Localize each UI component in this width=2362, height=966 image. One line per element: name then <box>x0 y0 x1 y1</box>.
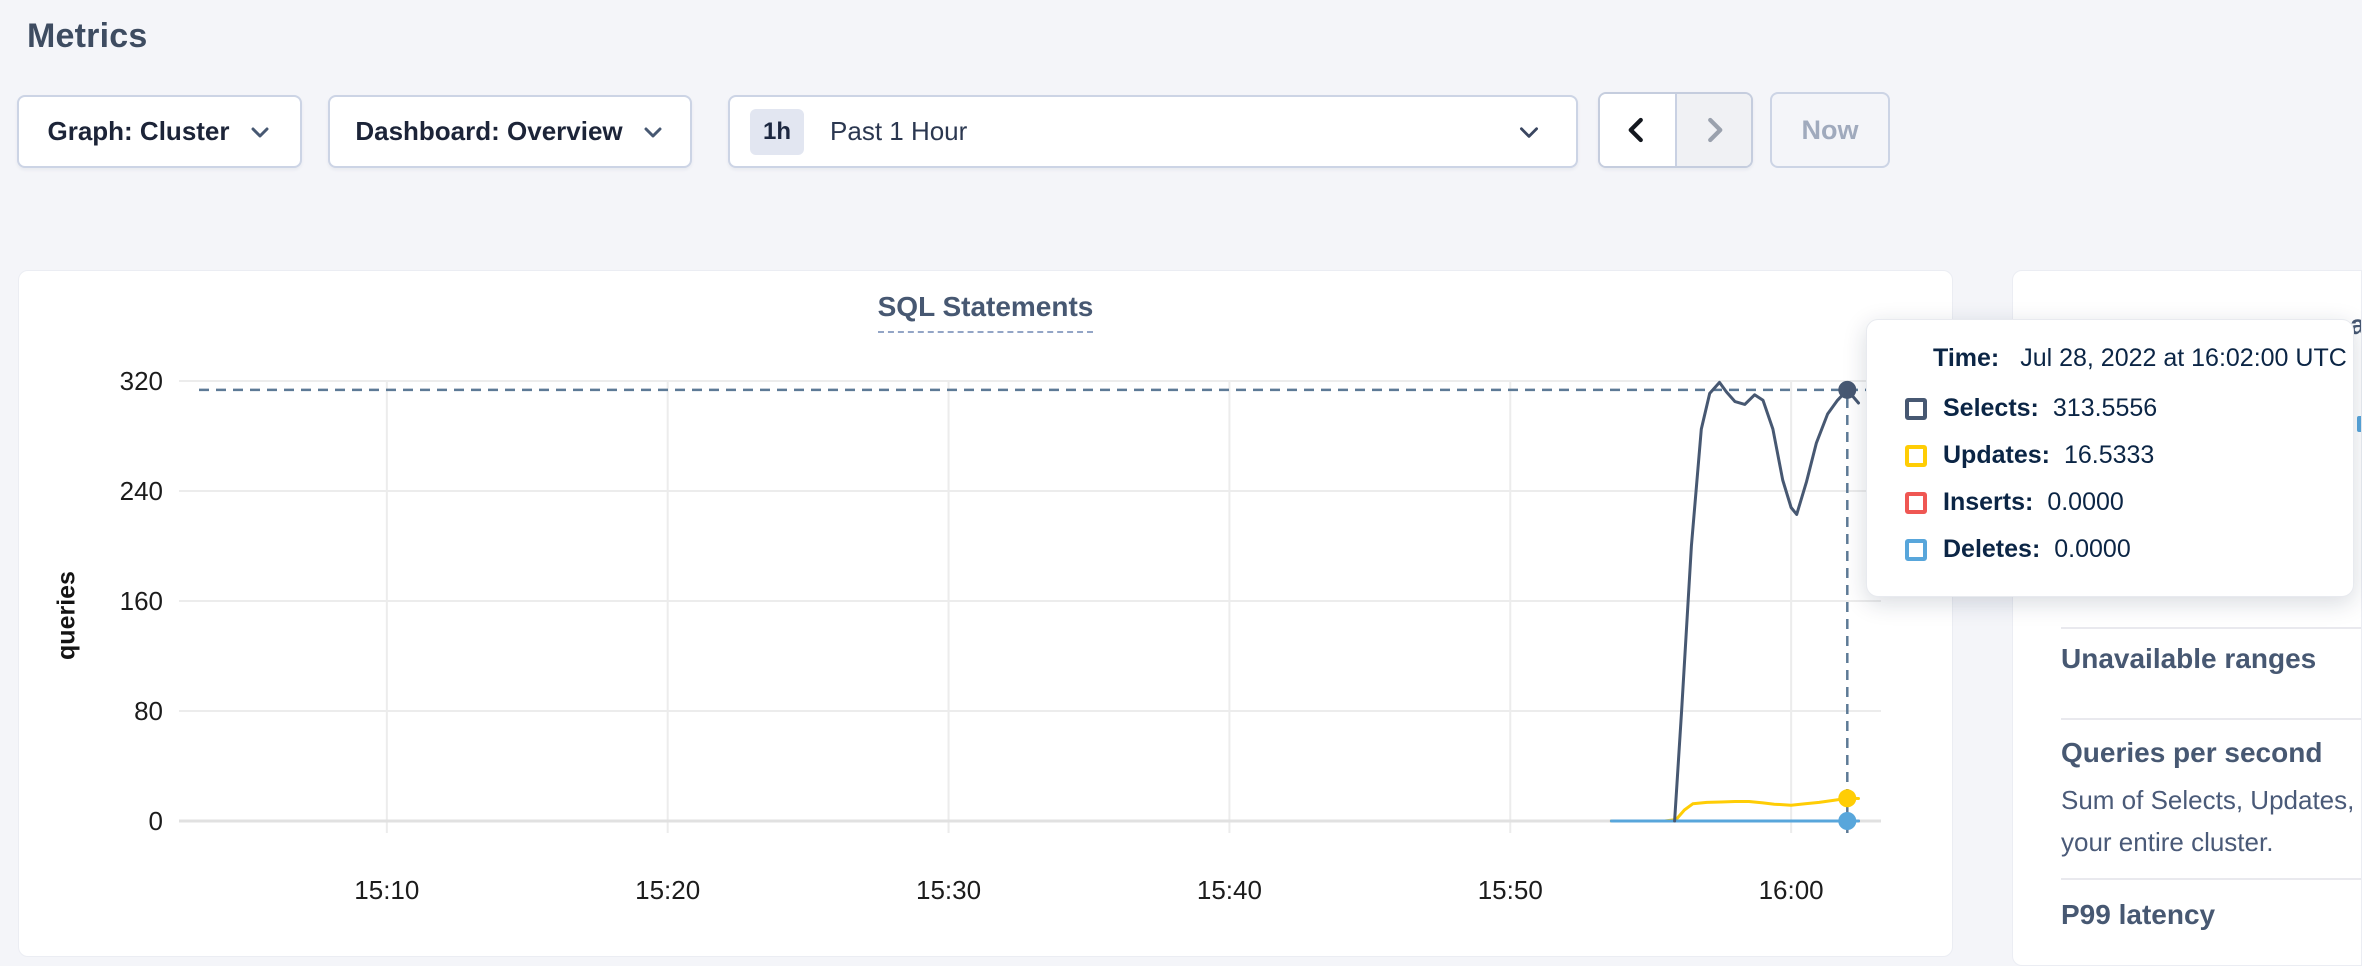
updates-legend-swatch <box>1905 445 1927 467</box>
tooltip-series-value: 0.0000 <box>2047 488 2123 517</box>
chart-tooltip: Time: Jul 28, 2022 at 16:02:00 UTC Selec… <box>1866 319 2354 597</box>
prev-time-button[interactable] <box>1600 94 1675 166</box>
tooltip-series-value: 313.5556 <box>2053 394 2157 423</box>
y-tick-label: 80 <box>134 696 163 726</box>
inserts-legend-swatch <box>1905 492 1927 514</box>
time-nav-group <box>1598 92 1753 168</box>
x-tick-label: 15:30 <box>916 875 981 905</box>
tooltip-row-updates: Updates: 16.5333 <box>1905 432 2333 479</box>
dashboard-selector-dropdown[interactable]: Dashboard: Overview <box>328 95 692 168</box>
time-range-badge: 1h <box>750 109 804 155</box>
time-range-selector[interactable]: 1h Past 1 Hour <box>728 95 1578 168</box>
sql-statements-chart[interactable]: 15:10 15:20 15:30 15:40 15:50 16:00 0 80 160 240 3… <box>19 271 1952 956</box>
hover-point-selects[interactable] <box>1838 381 1856 399</box>
tooltip-time-value: Jul 28, 2022 at 16:02:00 UTC <box>2020 344 2347 372</box>
sidebar-body-line: Sum of Selects, Updates, Inser <box>2061 785 2362 816</box>
time-range-label: Past 1 Hour <box>830 116 1516 147</box>
x-tick-label: 16:00 <box>1759 875 1824 905</box>
chevron-left-icon <box>1622 113 1652 147</box>
sidebar-heading-p99-latency: P99 latency <box>2061 899 2215 931</box>
sidebar-heading-unavailable-ranges: Unavailable ranges <box>2061 643 2316 675</box>
x-tick-label: 15:50 <box>1478 875 1543 905</box>
series-line-updates[interactable] <box>1611 798 1858 821</box>
next-time-button[interactable] <box>1675 94 1752 166</box>
tooltip-time-row: Time: Jul 28, 2022 at 16:02:00 UTC <box>1933 344 2333 373</box>
graph-selector-label: Graph: Cluster <box>47 116 229 147</box>
sidebar-heading-queries-per-second: Queries per second <box>2061 737 2322 769</box>
y-tick-label: 0 <box>149 806 163 836</box>
tooltip-series-value: 16.5333 <box>2064 441 2154 470</box>
tooltip-series-label: Selects: <box>1943 394 2039 423</box>
sidebar-divider <box>2061 718 2361 720</box>
now-button[interactable]: Now <box>1770 92 1890 168</box>
tooltip-row-selects: Selects: 313.5556 <box>1905 385 2333 432</box>
graph-selector-dropdown[interactable]: Graph: Cluster <box>17 95 302 168</box>
tooltip-row-deletes: Deletes: 0.0000 <box>1905 526 2333 573</box>
y-tick-label: 240 <box>120 476 163 506</box>
tooltip-series-value: 0.0000 <box>2054 535 2130 564</box>
sidebar-divider <box>2061 878 2361 880</box>
hover-point-updates[interactable] <box>1838 789 1856 807</box>
sidebar-body-line: your entire cluster. <box>2061 827 2273 858</box>
y-tick-label: 160 <box>120 586 163 616</box>
x-tick-label: 15:20 <box>635 875 700 905</box>
sql-statements-chart-card: SQL Statements queries 15:1015:2015:3015… <box>18 270 1953 957</box>
page-title: Metrics <box>27 17 147 56</box>
x-tick-label: 15:10 <box>354 875 419 905</box>
tooltip-row-inserts: Inserts: 0.0000 <box>1905 479 2333 526</box>
x-tick-label: 15:40 <box>1197 875 1262 905</box>
hover-point-deletes[interactable] <box>1838 812 1856 830</box>
tooltip-series-label: Updates: <box>1943 441 2050 470</box>
chevron-down-icon <box>641 120 665 144</box>
dashboard-selector-label: Dashboard: Overview <box>355 116 622 147</box>
chevron-right-icon <box>1699 113 1729 147</box>
tooltip-time-label: Time: <box>1933 344 1999 372</box>
sidebar-clipped-legend-fragment <box>2357 416 2362 432</box>
chevron-down-icon <box>248 120 272 144</box>
sidebar-divider <box>2061 627 2361 629</box>
tooltip-series-label: Inserts: <box>1943 488 2033 517</box>
y-tick-label: 320 <box>120 366 163 396</box>
chevron-down-icon <box>1516 119 1542 145</box>
selects-legend-swatch <box>1905 398 1927 420</box>
tooltip-series-label: Deletes: <box>1943 535 2040 564</box>
deletes-legend-swatch <box>1905 539 1927 561</box>
